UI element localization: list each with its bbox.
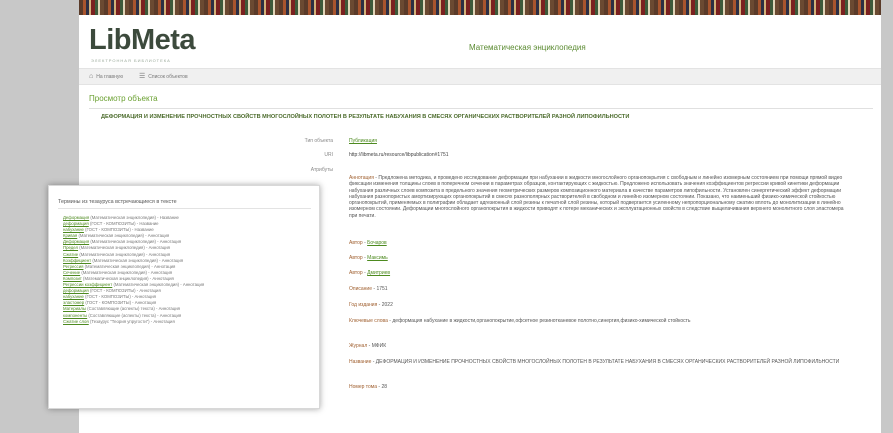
term-source: (Математическая энциклопедия) - Аннотаци… <box>89 239 181 244</box>
term-link[interactable]: Предел <box>63 245 78 250</box>
term-source: (ГОСТ - КОМПОЗИТЫ) - Аннотация <box>89 288 161 293</box>
nav-home-label: На главную <box>96 74 123 80</box>
term-link[interactable]: компоненты <box>63 313 87 318</box>
attribute-key: Автор <box>349 270 363 276</box>
term-link[interactable]: деформация <box>63 288 89 293</box>
term-item: Сжатие слоя (Тезаурус "Теория упругости"… <box>63 319 313 325</box>
term-link[interactable]: Регрессии коэффициент <box>63 282 112 287</box>
term-source: (Математическая энциклопедия) - Аннотаци… <box>78 252 170 257</box>
term-source: (Математическая энциклопедия) - Аннотаци… <box>91 258 183 263</box>
uri-value: http://libmeta.ru/resource/libpublicatio… <box>349 152 449 158</box>
site-logo-subtitle: ЭЛЕКТРОННАЯ БИБЛИОТЕКА <box>91 58 171 63</box>
object-type-label: Тип объекта <box>305 138 333 144</box>
nav-object-list-link[interactable]: ☰ Список объектов <box>139 74 188 80</box>
term-source: (Тезаурус "Теория упругости") - Аннотаци… <box>89 319 175 324</box>
object-heading: ДЕФОРМАЦИЯ И ИЗМЕНЕНИЕ ПРОЧНОСТНЫХ СВОЙС… <box>101 114 881 120</box>
attribute-key: Автор <box>349 240 363 246</box>
term-source: (Математическая энциклопедия) - Аннотаци… <box>112 282 204 287</box>
term-source: (Математическая энциклопедия) - Аннотаци… <box>80 270 172 275</box>
term-source: (Математическая энциклопедия) - Аннотаци… <box>78 245 170 250</box>
term-source: (ГОСТ - КОМПОЗИТЫ) - Название <box>89 221 159 226</box>
attribute-key: Автор <box>349 255 363 261</box>
term-link[interactable]: набухание <box>63 227 84 232</box>
terms-list: Деформация (Математическая энциклопедия)… <box>63 215 313 325</box>
term-link[interactable]: Коэффициент <box>63 258 91 263</box>
attribute-value: 1751 <box>376 286 387 292</box>
attribute-value: 28 <box>381 384 387 390</box>
site-logo[interactable]: LibMeta <box>89 25 195 55</box>
term-source: (Математическая энциклопедия) - Аннотаци… <box>83 264 175 269</box>
section-title: Просмотр объекта <box>89 94 158 103</box>
attribute-key: Название <box>349 359 371 365</box>
term-link[interactable]: Композит <box>63 276 82 281</box>
attribute-value-link[interactable]: Бочаров <box>367 240 387 246</box>
attribute-row: Автор - Максимь <box>349 255 859 261</box>
terms-panel-title: Термины из тезауруса встречающиеся в тек… <box>58 199 177 205</box>
term-link[interactable]: Сжатие <box>63 252 78 257</box>
attribute-row: Номер тома - 28 <box>349 384 859 390</box>
term-link[interactable]: деформация <box>63 221 89 226</box>
attribute-value: 2022 <box>382 302 393 308</box>
attribute-key: Номер тома <box>349 384 377 390</box>
attribute-value: ДЕФОРМАЦИЯ И ИЗМЕНЕНИЕ ПРОЧНОСТНЫХ СВОЙС… <box>376 359 839 365</box>
term-link[interactable]: Деформация <box>63 239 89 244</box>
attribute-row: Журнал - МФИК <box>349 343 859 349</box>
site-header: LibMeta ЭЛЕКТРОННАЯ БИБЛИОТЕКА Математич… <box>79 15 881 67</box>
term-source: (Математическая энциклопедия) - Название <box>89 215 179 220</box>
term-source: (ГОСТ - КОМПОЗИТЫ) - Название <box>84 227 154 232</box>
attribute-key: Журнал <box>349 343 367 349</box>
divider <box>89 108 873 109</box>
nav-list-label: Список объектов <box>148 74 187 80</box>
attribute-key: Описание <box>349 286 372 292</box>
attributes-label: Атрибуты <box>311 167 333 173</box>
uri-label: URI <box>324 152 333 158</box>
attribute-row: Автор - Дмитриев <box>349 270 859 276</box>
term-link[interactable]: Сжатие слоя <box>63 319 89 324</box>
term-source: (Составляющие (аспекты) текста) - Аннота… <box>86 306 180 311</box>
attribute-row: Описание - 1751 <box>349 286 859 292</box>
attribute-row: Ключевые слова - деформация набухание в … <box>349 318 859 324</box>
term-link[interactable]: Материалы <box>63 306 86 311</box>
attribute-value: МФИК <box>372 343 386 349</box>
attribute-value-link[interactable]: Максимь <box>367 255 388 261</box>
site-title[interactable]: Математическая энциклопедия <box>469 43 586 52</box>
term-link[interactable]: Регрессия <box>63 264 83 269</box>
attribute-row: Название - ДЕФОРМАЦИЯ И ИЗМЕНЕНИЕ ПРОЧНО… <box>349 359 859 365</box>
nav-home-link[interactable]: ⌂ На главную <box>89 74 123 80</box>
abstract-block: Аннотация - Предложена методика, и прове… <box>349 175 849 219</box>
term-link[interactable]: Деформация <box>63 215 89 220</box>
navbar: ⌂ На главную ☰ Список объектов <box>79 68 881 85</box>
object-type-link[interactable]: Публикация <box>349 138 377 144</box>
abstract-text: Предложена методика, и проведено исследо… <box>349 175 844 219</box>
term-source: (ГОСТ - КОМПОЗИТЫ) - Аннотация <box>84 300 156 305</box>
attribute-value: деформация набухание в жидкости,органопо… <box>392 318 690 324</box>
attribute-value-link[interactable]: Дмитриев <box>367 270 390 276</box>
home-icon: ⌂ <box>89 74 93 80</box>
terms-panel: Термины из тезауруса встречающиеся в тек… <box>48 185 320 409</box>
term-link[interactable]: Кривая <box>63 233 77 238</box>
term-source: (Математическая энциклопедия) - Аннотаци… <box>77 233 169 238</box>
term-source: (Составляющие (аспекты) текста) - Аннота… <box>87 313 181 318</box>
header-banner-books <box>79 0 881 15</box>
term-source: (ГОСТ - КОМПОЗИТЫ) - Аннотация <box>84 294 156 299</box>
term-link[interactable]: Сечение <box>63 270 80 275</box>
attribute-key: Ключевые слова <box>349 318 388 324</box>
term-link[interactable]: набухание <box>63 294 84 299</box>
term-source: (Математическая энциклопедия) - Аннотаци… <box>82 276 174 281</box>
attribute-key: Год издания <box>349 302 377 308</box>
divider <box>58 208 311 209</box>
term-link[interactable]: эластомер <box>63 300 84 305</box>
attribute-row: Год издания - 2022 <box>349 302 859 308</box>
list-icon: ☰ <box>139 74 145 80</box>
attribute-row: Автор - Бочаров <box>349 240 859 246</box>
